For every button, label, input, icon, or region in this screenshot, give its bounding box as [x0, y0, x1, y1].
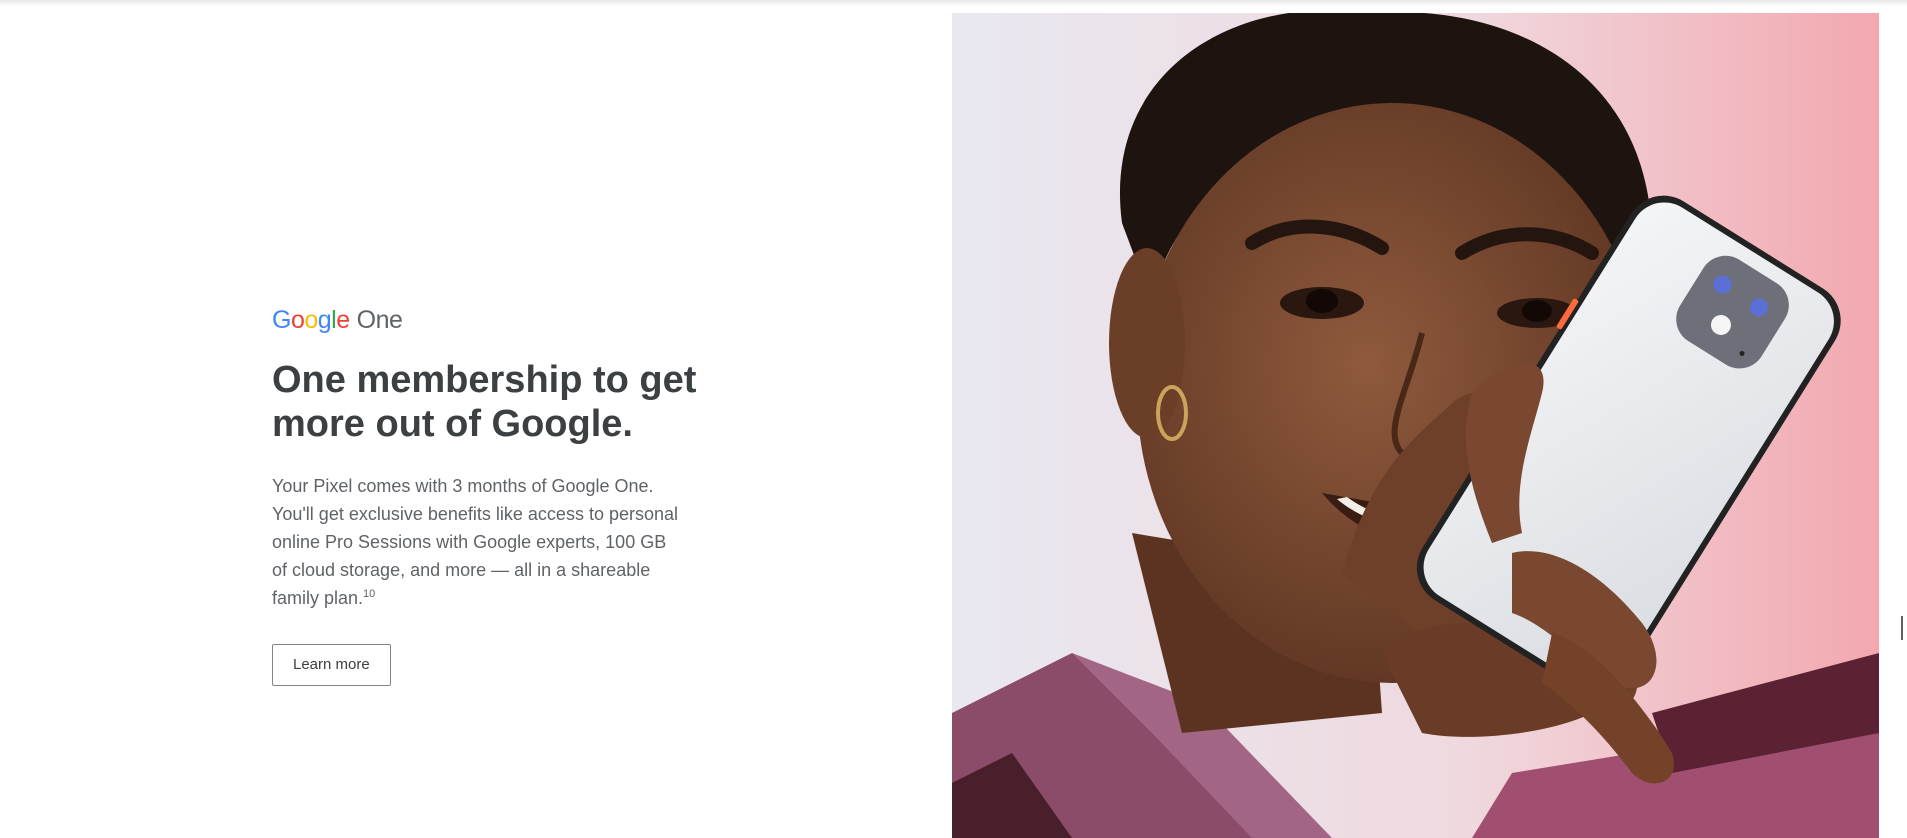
body-description: Your Pixel comes with 3 months of Google…: [272, 472, 692, 612]
body-line-2: You'll get exclusive benefits like acces…: [272, 504, 679, 524]
body-line-5: family plan.: [272, 588, 364, 608]
logo-letter-o2: o: [304, 306, 318, 334]
page: Google One One membership to get more ou…: [0, 0, 1907, 838]
logo-letter-e: e: [336, 306, 350, 334]
footnote-marker[interactable]: 10: [363, 588, 375, 600]
promo-content: Google One One membership to get more ou…: [272, 306, 712, 686]
body-line-3: online Pro Sessions with Google experts,…: [272, 532, 667, 552]
headline-line-2: more out of Google.: [272, 403, 633, 445]
body-line-1: Your Pixel comes with 3 months of Google…: [272, 476, 654, 496]
woman-holding-pixel-phone-photo: G: [952, 13, 1879, 838]
headline: One membership to get more out of Google…: [272, 358, 712, 446]
scrollbar-thumb[interactable]: [1901, 616, 1903, 640]
logo-letter-g: G: [272, 306, 291, 334]
header-shadow: [0, 0, 1907, 6]
body-line-4: of cloud storage, and more — all in a sh…: [272, 560, 651, 580]
headline-line-1: One membership to get: [272, 359, 697, 401]
logo-letter-o1: o: [290, 306, 305, 334]
logo-product-name: One: [356, 306, 403, 334]
logo-letter-g2: g: [317, 306, 332, 334]
google-one-logo: Google One: [272, 306, 712, 336]
hero-image: G: [952, 13, 1879, 838]
learn-more-button[interactable]: Learn more: [272, 644, 391, 686]
